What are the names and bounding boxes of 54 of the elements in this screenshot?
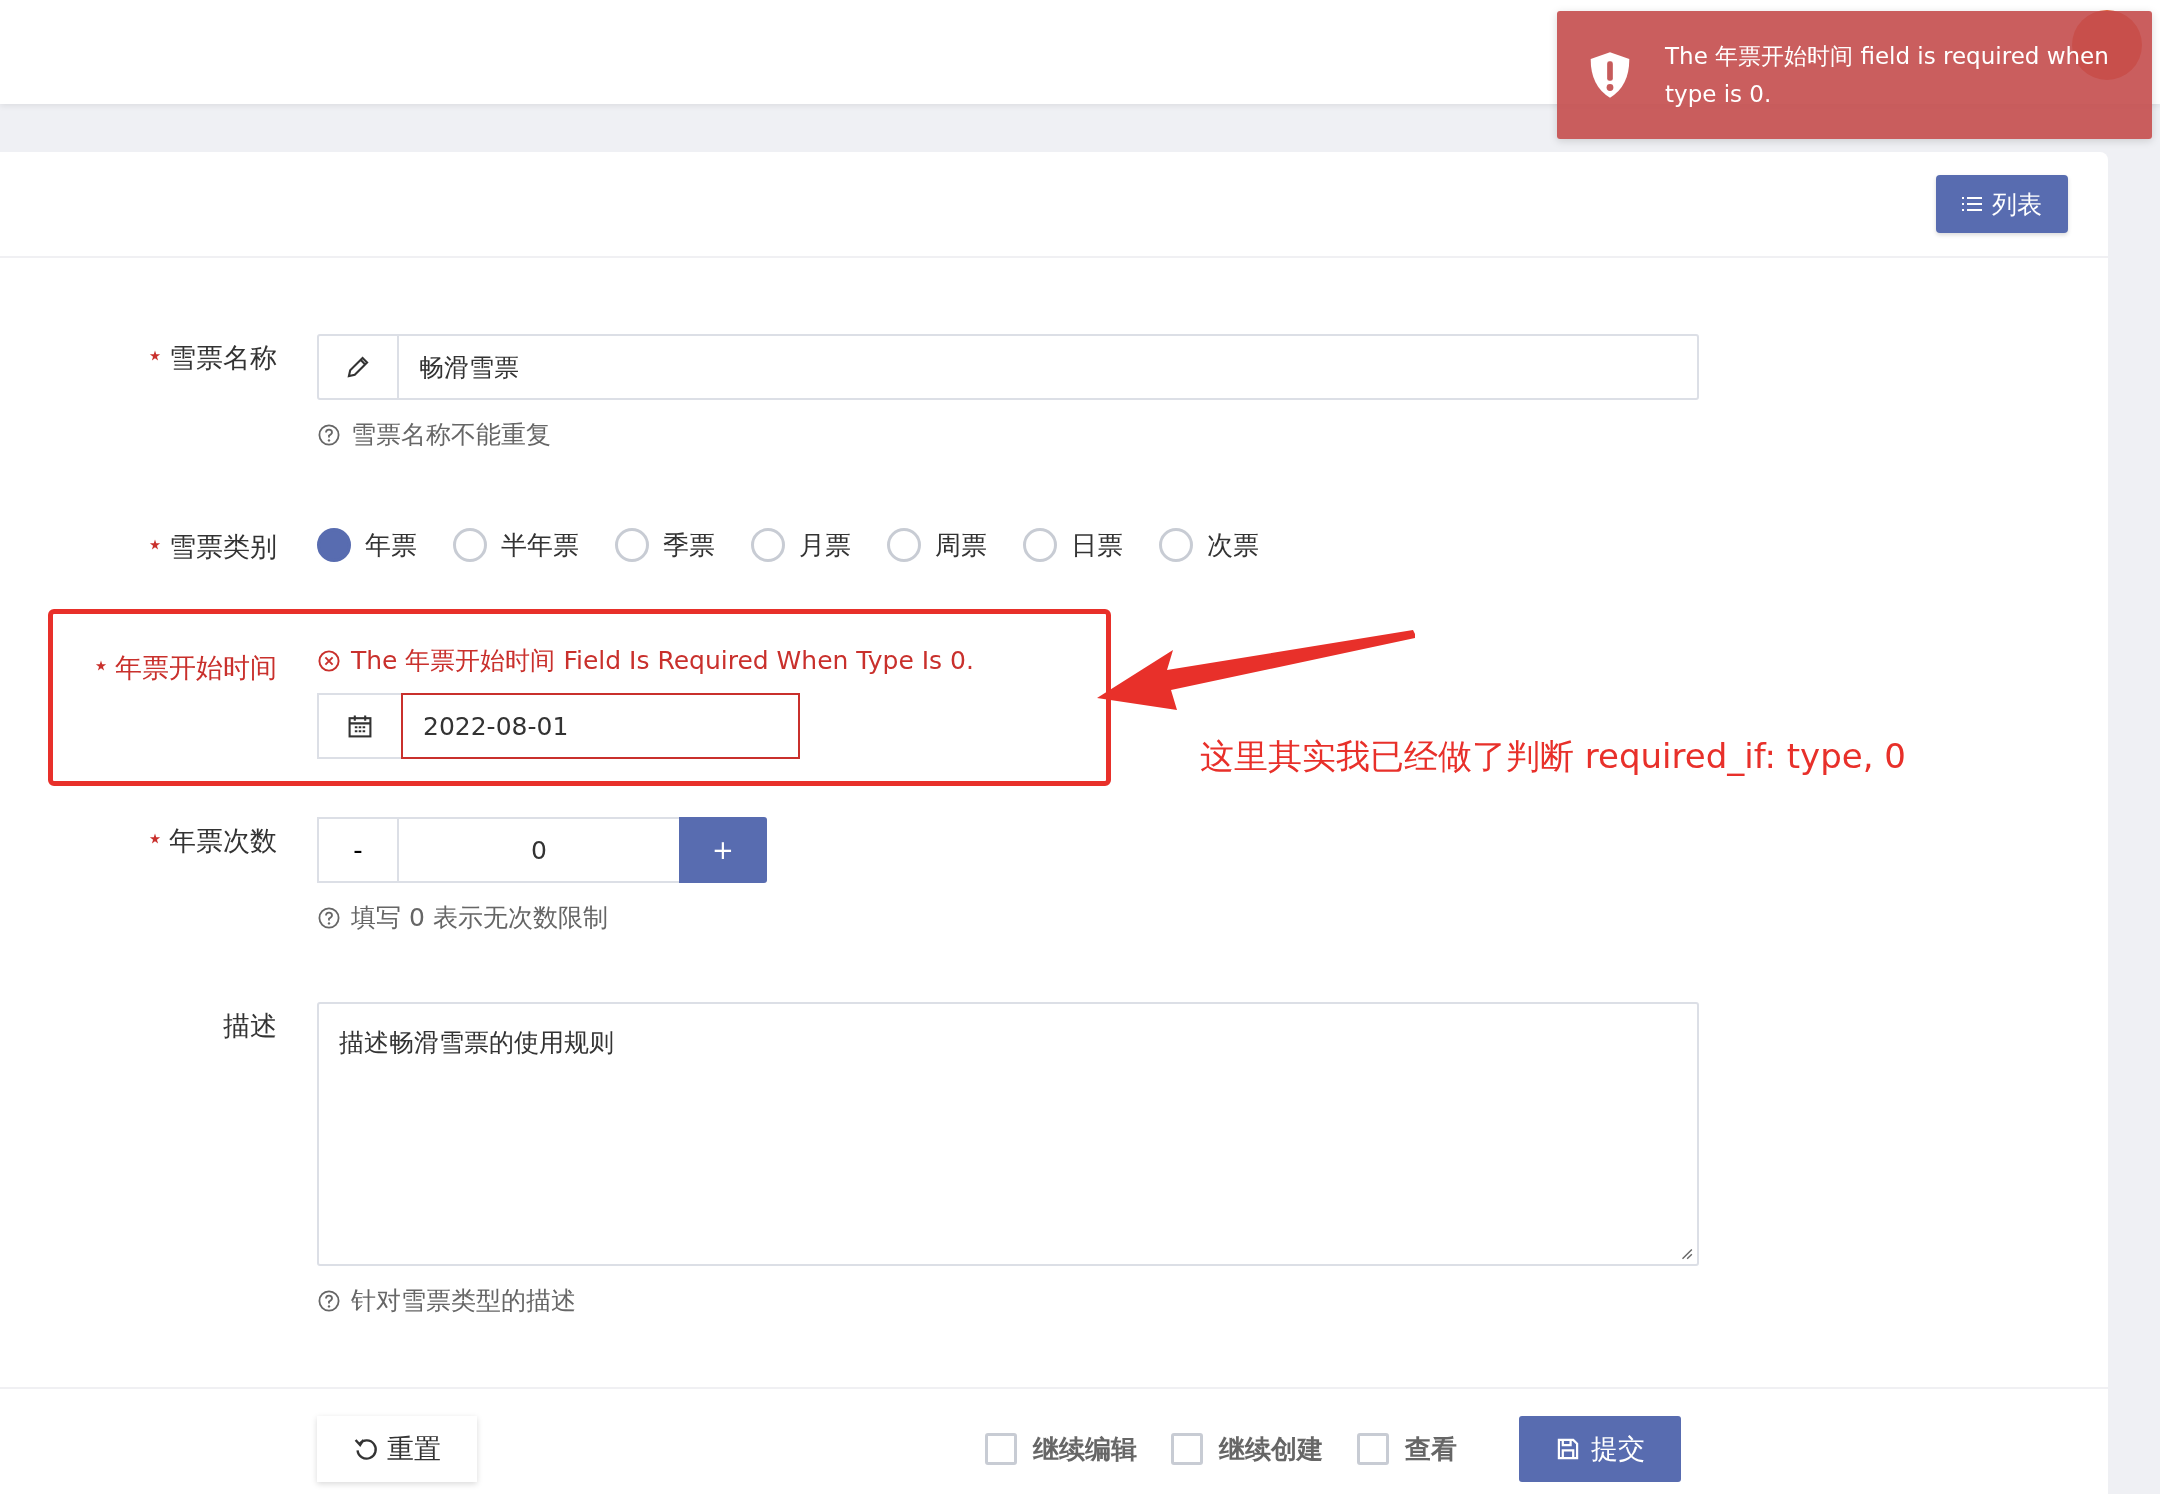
toast-message: The 年票开始时间 field is required when type is 0. <box>1665 42 2110 109</box>
checkbox[interactable] <box>1357 1433 1389 1465</box>
radio-option[interactable]: 周票 <box>887 527 987 563</box>
radio-option[interactable]: 日票 <box>1023 527 1123 563</box>
option-label: 次票 <box>1207 528 1259 562</box>
help-text: 针对雪票类型的描述 <box>351 1285 576 1317</box>
option-label: 季票 <box>663 528 715 562</box>
list-icon <box>1962 196 1982 212</box>
checkbox[interactable] <box>1171 1433 1203 1465</box>
save-icon <box>1555 1436 1581 1462</box>
annotation-text: 这里其实我已经做了判断 required_if: type, 0 <box>1200 735 1906 778</box>
option-label: 周票 <box>935 528 987 562</box>
field-label: 年票开始时间 <box>115 651 277 685</box>
field-label: 描述 <box>223 1009 277 1043</box>
radio-option[interactable]: 年票 <box>317 527 417 563</box>
checkbox-label: 查看 <box>1405 1432 1457 1466</box>
submit-button[interactable]: 提交 <box>1519 1416 1681 1482</box>
increment-button[interactable]: + <box>679 817 767 883</box>
undo-icon <box>353 1436 379 1462</box>
option-label: 半年票 <box>501 528 579 562</box>
radio-button[interactable] <box>317 528 351 562</box>
field-label: 雪票类别 <box>169 530 277 564</box>
radio-option[interactable]: 月票 <box>751 527 851 563</box>
list-button[interactable]: 列表 <box>1936 175 2068 233</box>
option-label: 月票 <box>799 528 851 562</box>
option-label: 日票 <box>1071 528 1123 562</box>
help-icon <box>317 422 341 447</box>
help-text: 填写 0 表示无次数限制 <box>351 902 608 934</box>
date-field[interactable]: 2022-08-01 <box>401 693 800 759</box>
resize-handle-icon[interactable] <box>1679 1246 1693 1260</box>
error-message: The 年票开始时间 Field Is Required When Type Is 0. <box>351 645 974 677</box>
radio-option[interactable]: 次票 <box>1159 527 1259 563</box>
help-text: 雪票名称不能重复 <box>351 419 551 451</box>
option-label: 年票 <box>365 528 417 562</box>
radio-option[interactable]: 季票 <box>615 527 715 563</box>
checkbox-option[interactable]: 查看 <box>1357 1431 1457 1467</box>
checkbox-label: 继续创建 <box>1219 1432 1323 1466</box>
field-label: 雪票名称 <box>169 341 277 375</box>
error-icon <box>317 648 341 673</box>
checkbox-label: 继续编辑 <box>1033 1432 1137 1466</box>
help-icon <box>317 1288 341 1313</box>
calendar-icon <box>347 713 373 739</box>
radio-option[interactable]: 半年票 <box>453 527 579 563</box>
field-label: 年票次数 <box>169 824 277 858</box>
name-field[interactable]: 畅滑雪票 <box>317 334 1699 400</box>
description-field[interactable]: 描述畅滑雪票的使用规则 <box>317 1002 1699 1266</box>
help-icon <box>317 905 341 930</box>
decrement-button[interactable]: - <box>317 817 399 883</box>
checkbox[interactable] <box>985 1433 1017 1465</box>
checkbox-option[interactable]: 继续创建 <box>1171 1431 1323 1467</box>
calendar-button[interactable] <box>317 693 401 759</box>
pencil-icon <box>345 354 371 380</box>
reset-button[interactable]: 重置 <box>317 1416 477 1482</box>
checkbox-option[interactable]: 继续编辑 <box>985 1431 1137 1467</box>
